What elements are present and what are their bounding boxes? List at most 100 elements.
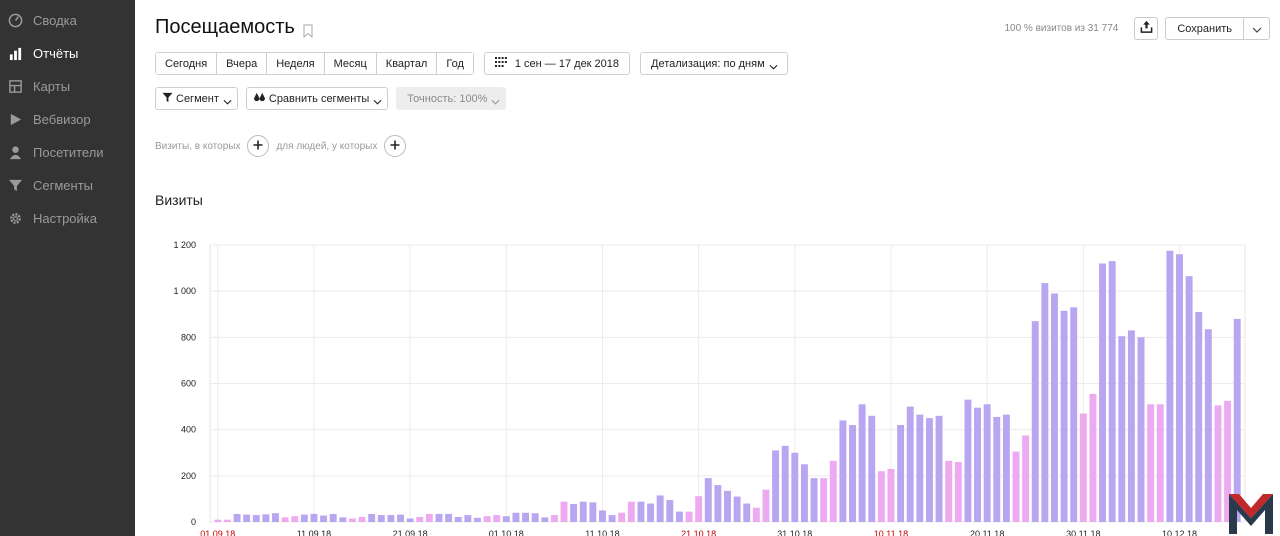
- export-button[interactable]: [1134, 17, 1159, 40]
- bookmark-icon[interactable]: [303, 21, 313, 38]
- chart-bar: [1176, 254, 1183, 522]
- sidebar-item-reports[interactable]: Отчёты: [0, 37, 135, 70]
- sidebar-item-label: Вебвизор: [33, 112, 91, 127]
- sidebar-item-segments[interactable]: Сегменты: [0, 169, 135, 202]
- chart-bar: [1012, 451, 1020, 522]
- chart-bar: [589, 502, 597, 522]
- chart-bar: [993, 416, 1001, 522]
- filter-row: Визиты, в которых для людей, у которых: [155, 135, 413, 157]
- sidebar-item-maps[interactable]: Карты: [0, 70, 135, 103]
- chart-bar: [1002, 414, 1010, 522]
- chart-bar: [550, 515, 558, 522]
- sidebar-item-label: Карты: [33, 79, 71, 94]
- chart-bar: [618, 512, 626, 522]
- sidebar-item-label: Отчёты: [33, 46, 79, 61]
- date-range-button[interactable]: 1 сен — 17 дек 2018: [483, 52, 631, 75]
- visits-filter-label: Визиты, в которых: [155, 140, 241, 152]
- sidebar-item-settings[interactable]: Настройка: [0, 202, 135, 235]
- chart-bar: [377, 515, 385, 522]
- chart-bar: [291, 516, 299, 522]
- chart-bar: [1156, 404, 1164, 522]
- chart-bar: [608, 515, 616, 522]
- sidebar-item-webvisor[interactable]: Вебвизор: [0, 103, 135, 136]
- chart-bar: [1214, 405, 1222, 522]
- compare-segments-button[interactable]: Сравнить сегменты: [245, 87, 389, 110]
- x-tick-label: 20.11.18: [970, 529, 1004, 536]
- save-group: Сохранить: [1165, 17, 1270, 40]
- play-icon: [6, 111, 24, 129]
- chart-bar: [320, 515, 328, 522]
- y-tick-label: 0: [191, 517, 196, 527]
- chart-bar: [810, 478, 818, 522]
- page-title: Посещаемость: [155, 16, 313, 39]
- chevron-down-icon: [1252, 20, 1262, 38]
- chart-bar: [1022, 435, 1030, 522]
- period-year[interactable]: Год: [437, 53, 473, 74]
- chart-bar: [820, 478, 828, 522]
- period-toolbar: Сегодня Вчера Неделя Месяц Квартал Год 1…: [155, 52, 788, 75]
- page-title-text: Посещаемость: [155, 16, 295, 38]
- save-menu-button[interactable]: [1244, 18, 1269, 39]
- add-people-filter-button[interactable]: [384, 135, 407, 157]
- chart-bar: [1195, 311, 1203, 522]
- x-tick-label: 21.09.18: [393, 529, 428, 536]
- save-button[interactable]: Сохранить: [1166, 18, 1244, 39]
- chart-bar: [877, 471, 885, 522]
- segment-button[interactable]: Сегмент: [155, 87, 238, 110]
- chart-bar: [647, 503, 655, 522]
- chart-bar: [627, 501, 635, 522]
- chart-bar: [637, 501, 645, 522]
- chart-bar: [512, 512, 520, 522]
- chart-bar: [1079, 413, 1087, 522]
- gear-icon: [6, 210, 24, 228]
- chart-bar: [233, 513, 241, 522]
- chart-section-title: Визиты: [155, 192, 203, 208]
- sidebar-item-label: Сегменты: [33, 178, 94, 193]
- y-tick-label: 200: [181, 471, 196, 481]
- segment-toolbar: Сегмент Сравнить сегменты Точность: 100%: [155, 87, 514, 110]
- sidebar-item-visitors[interactable]: Посетители: [0, 136, 135, 169]
- main-content: Посещаемость 100 % визитов из 31 774 Сох…: [135, 0, 1280, 536]
- chart-bar: [579, 501, 587, 522]
- chart-bar: [772, 450, 780, 522]
- period-week[interactable]: Неделя: [267, 53, 325, 74]
- add-visit-filter-button[interactable]: [247, 135, 270, 157]
- x-tick-label: 21.10.18: [681, 529, 716, 536]
- detail-dropdown[interactable]: Детализация: по дням: [640, 52, 788, 75]
- sidebar-item-label: Настройка: [33, 211, 97, 226]
- chart-bar: [849, 425, 856, 522]
- chart-bar: [474, 517, 481, 522]
- chart-bar: [541, 517, 549, 522]
- chart-bar: [300, 514, 308, 522]
- chart-bar: [435, 513, 443, 522]
- chart-bar: [310, 513, 318, 522]
- chart-bar: [656, 495, 664, 522]
- chart-bar: [704, 478, 712, 522]
- sidebar-item-summary[interactable]: Сводка: [0, 4, 135, 37]
- chart-bar: [560, 501, 568, 522]
- period-quarter[interactable]: Квартал: [376, 53, 438, 74]
- header-actions: 100 % визитов из 31 774 Сохранить: [1004, 17, 1270, 40]
- chart-bar: [281, 517, 289, 522]
- y-tick-label: 1 200: [173, 240, 196, 250]
- chart-bar: [839, 420, 847, 522]
- chart-bar: [1137, 337, 1145, 522]
- chart-bar: [1031, 321, 1039, 522]
- x-tick-label: 11.10.18: [585, 529, 619, 536]
- period-today[interactable]: Сегодня: [156, 53, 218, 74]
- accuracy-dropdown[interactable]: Точность: 100%: [396, 87, 507, 110]
- person-icon: [6, 144, 24, 162]
- chart-bar: [1051, 293, 1058, 522]
- chart-bar: [262, 514, 270, 522]
- x-tick-label: 01.10.18: [489, 529, 524, 536]
- chart-bar: [445, 513, 453, 522]
- x-tick-label: 01.09.18: [200, 529, 235, 536]
- y-tick-label: 1 000: [173, 286, 196, 296]
- chart-bar: [887, 468, 895, 522]
- period-yesterday[interactable]: Вчера: [217, 53, 268, 74]
- dashboard-icon: [6, 12, 24, 30]
- sidebar-item-label: Сводка: [33, 13, 77, 28]
- chart-bar: [1041, 283, 1049, 522]
- period-month[interactable]: Месяц: [324, 53, 377, 74]
- chevron-down-icon: [491, 96, 500, 105]
